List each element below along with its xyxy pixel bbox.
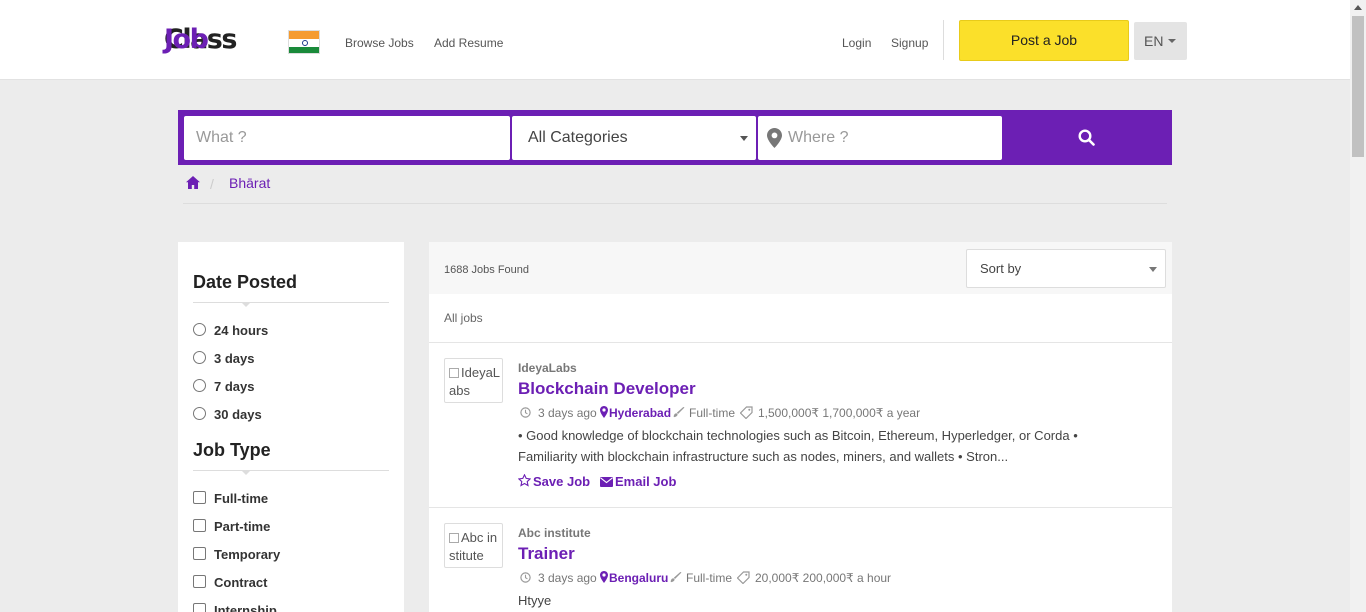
language-selector[interactable]: EN (1134, 22, 1187, 60)
date-option-label: 3 days (214, 351, 255, 366)
brush-icon (670, 572, 682, 583)
scrollbar-thumb[interactable] (1352, 16, 1364, 157)
job-location[interactable]: Bengaluru (609, 571, 668, 585)
date-posted-divider (193, 302, 389, 307)
date-option-label: 30 days (214, 407, 262, 422)
radio-button[interactable] (193, 407, 206, 420)
posted-time: 3 days ago (538, 571, 597, 585)
category-value: All Categories (528, 129, 628, 146)
what-placeholder: What ? (196, 129, 247, 146)
map-pin-icon (600, 406, 608, 418)
sort-label: Sort by (980, 261, 1022, 276)
checkbox[interactable] (193, 519, 206, 532)
chevron-down-icon (740, 136, 748, 141)
broken-image-icon (449, 368, 459, 378)
clock-icon (520, 407, 531, 418)
checkbox[interactable] (193, 547, 206, 560)
company-name: Abc institute (518, 526, 591, 540)
job-salary: 20,000₹ 200,000₹ a hour (755, 571, 892, 585)
job-type-label: Internship (214, 603, 277, 612)
brand-logo-first: Job (164, 24, 209, 55)
job-description: Htyye (518, 593, 552, 608)
home-icon[interactable] (186, 176, 200, 189)
job-type-label: Contract (214, 575, 268, 590)
tag-icon (740, 406, 753, 419)
date-option-label: 24 hours (214, 323, 269, 338)
breadcrumb-divider (183, 203, 1167, 204)
job-title-link[interactable]: Trainer (518, 544, 575, 564)
brush-icon (673, 407, 685, 418)
breadcrumb-separator: / (210, 176, 214, 192)
where-input[interactable]: Where ? (758, 116, 1002, 160)
star-icon (518, 474, 531, 487)
checkbox[interactable] (193, 491, 206, 504)
page-scrollbar[interactable] (1350, 0, 1366, 612)
nav-browse-jobs[interactable]: Browse Jobs (345, 36, 414, 50)
map-pin-icon (767, 128, 782, 148)
envelope-icon (600, 477, 613, 487)
nav-add-resume[interactable]: Add Resume (434, 36, 503, 50)
date-option-label: 7 days (214, 379, 255, 394)
what-input[interactable]: What ? (184, 116, 510, 160)
brand-logo[interactable]: Job Class (164, 24, 237, 55)
checkbox[interactable] (193, 575, 206, 588)
job-type: Full-time (689, 406, 736, 420)
list-divider (429, 342, 1172, 343)
company-logo[interactable]: Abc institute (444, 523, 503, 568)
filters-sidebar: Date Posted 24 hours 3 days 7 days 30 da… (178, 242, 404, 612)
checkbox[interactable] (193, 603, 206, 612)
jobs-count: 1688 Jobs Found (444, 264, 530, 276)
job-type-title: Job Type (193, 440, 271, 460)
results-panel: 1688 Jobs Found Sort by All jobs IdeyaLa… (429, 242, 1172, 612)
email-job-label: Email Job (615, 474, 677, 489)
company-logo[interactable]: IdeyaLabs (444, 358, 503, 403)
job-description: • Good knowledge of blockchain technolog… (518, 428, 1078, 464)
clock-icon (520, 572, 531, 583)
radio-button[interactable] (193, 379, 206, 392)
job-type-divider (193, 470, 389, 475)
search-button[interactable] (1002, 110, 1172, 165)
company-name: IdeyaLabs (518, 361, 577, 375)
posted-time: 3 days ago (538, 406, 597, 420)
sort-select[interactable]: Sort by (966, 249, 1166, 288)
results-header: 1688 Jobs Found Sort by (429, 242, 1172, 294)
login-link[interactable]: Login (842, 36, 871, 50)
job-type-label: Full-time (214, 491, 269, 506)
site-header: Job Class Browse Jobs Add Resume Login Si… (0, 0, 1350, 80)
radio-button[interactable] (193, 323, 206, 336)
job-type: Full-time (686, 571, 733, 585)
all-jobs-label: All jobs (444, 311, 483, 325)
search-bar: What ? All Categories Where ? (178, 110, 1172, 165)
save-job-label: Save Job (533, 474, 591, 489)
scroll-up-arrow-icon[interactable] (1354, 5, 1362, 10)
language-label: EN (1144, 33, 1164, 49)
chevron-down-icon (1149, 267, 1157, 272)
broken-image-icon (449, 533, 459, 543)
category-select[interactable]: All Categories (512, 116, 756, 160)
job-location[interactable]: Hyderabad (609, 406, 671, 420)
breadcrumb-current: Bhārat (229, 175, 271, 191)
map-pin-icon (600, 571, 608, 583)
job-salary: 1,500,000₹ 1,700,000₹ a year (758, 406, 921, 420)
signup-link[interactable]: Signup (891, 36, 928, 50)
job-type-label: Part-time (214, 519, 271, 534)
header-divider (943, 20, 944, 60)
job-type-label: Temporary (214, 547, 281, 562)
tag-icon (737, 571, 750, 584)
date-posted-title: Date Posted (193, 272, 298, 292)
india-flag-icon[interactable] (288, 30, 320, 54)
search-icon (1078, 129, 1095, 146)
job-title-link[interactable]: Blockchain Developer (518, 379, 696, 399)
post-job-button[interactable]: Post a Job (959, 20, 1129, 61)
chevron-down-icon (1168, 39, 1176, 43)
radio-button[interactable] (193, 351, 206, 364)
list-divider (429, 507, 1172, 508)
where-placeholder: Where ? (788, 129, 849, 146)
